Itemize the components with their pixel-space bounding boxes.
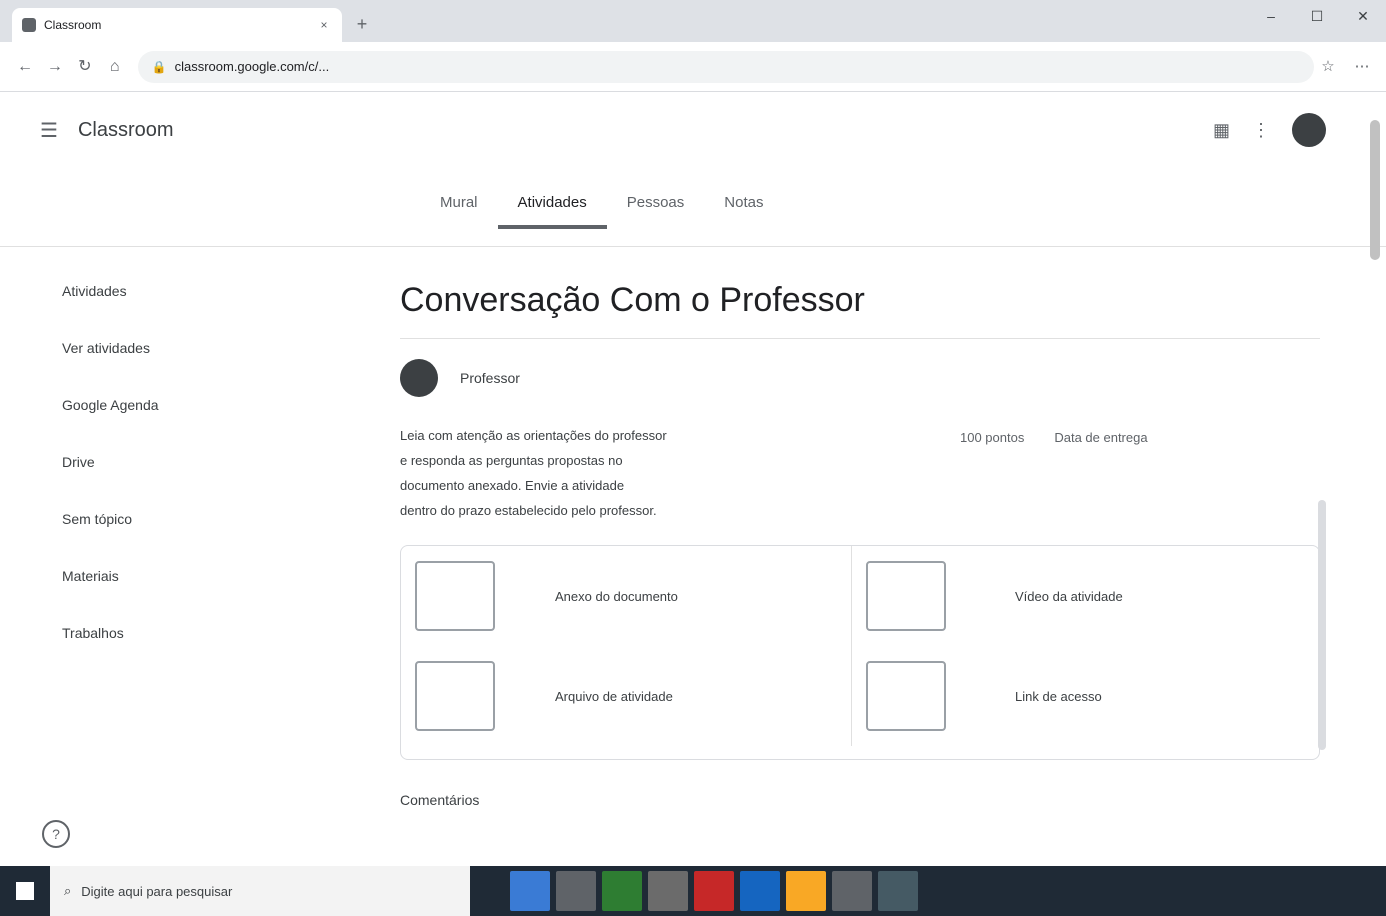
lock-icon: 🔒 bbox=[151, 59, 167, 74]
window-controls: – ☐ ✕ bbox=[1248, 0, 1386, 32]
attachment-title[interactable]: Link de acesso bbox=[1001, 646, 1319, 746]
video-thumbnail-icon bbox=[866, 561, 946, 631]
close-window-button[interactable]: ✕ bbox=[1340, 0, 1386, 32]
close-tab-icon[interactable]: × bbox=[316, 18, 332, 32]
assignment-title: Conversação Com o Professor bbox=[400, 281, 865, 319]
help-icon[interactable]: ? bbox=[42, 820, 70, 848]
taskbar-app-icon[interactable] bbox=[648, 871, 688, 911]
document-thumbnail-icon bbox=[415, 561, 495, 631]
taskbar-app-icon[interactable] bbox=[602, 871, 642, 911]
minimize-button[interactable]: – bbox=[1248, 0, 1294, 32]
due-date-label: Data de entrega bbox=[1054, 430, 1148, 445]
attachment-title[interactable]: Vídeo da atividade bbox=[1001, 546, 1319, 646]
hamburger-menu-icon[interactable]: ☰ bbox=[40, 118, 58, 143]
taskbar-app-icon[interactable] bbox=[786, 871, 826, 911]
author-avatar bbox=[400, 359, 438, 397]
attachments-grid: Anexo do documento Vídeo da atividade Ar… bbox=[400, 545, 1320, 760]
account-avatar[interactable] bbox=[1292, 113, 1326, 147]
app-brand[interactable]: Classroom bbox=[78, 119, 174, 142]
attachment-thumb[interactable] bbox=[401, 546, 541, 646]
taskbar-search[interactable]: ⌕ Digite aqui para pesquisar bbox=[50, 866, 470, 916]
course-tabs: Mural Atividades Pessoas Notas bbox=[420, 180, 783, 229]
sidebar-item[interactable]: Drive bbox=[40, 433, 240, 490]
more-options-icon[interactable]: ⋮ bbox=[1252, 120, 1270, 141]
tab-title: Classroom bbox=[44, 18, 102, 32]
back-button[interactable]: ← bbox=[10, 52, 40, 82]
reload-button[interactable]: ↻ bbox=[70, 52, 100, 82]
taskbar-app-icon[interactable] bbox=[832, 871, 872, 911]
tab-mural[interactable]: Mural bbox=[420, 180, 498, 229]
taskbar-search-placeholder: Digite aqui para pesquisar bbox=[81, 883, 233, 899]
app-header: ☰ Classroom ▦ ⋮ bbox=[0, 100, 1386, 160]
tab-atividades[interactable]: Atividades bbox=[497, 180, 607, 229]
points-label: 100 pontos bbox=[960, 430, 1025, 445]
tab-pessoas[interactable]: Pessoas bbox=[607, 180, 705, 229]
attachment-title[interactable]: Anexo do documento bbox=[541, 546, 851, 646]
browser-tab[interactable]: Classroom × bbox=[12, 8, 342, 42]
assignment-description: Leia com atenção as orientações do profe… bbox=[400, 423, 920, 523]
assignment-detail: Conversação Com o Professor Professor 10… bbox=[400, 270, 1340, 760]
header-divider bbox=[0, 246, 1386, 247]
taskbar-app-icon[interactable] bbox=[878, 871, 918, 911]
sidebar-item[interactable]: Google Agenda bbox=[40, 376, 240, 433]
sidebar-item[interactable]: Atividades bbox=[40, 262, 240, 319]
title-divider bbox=[400, 338, 1320, 339]
description-line: e responda as perguntas propostas no bbox=[400, 453, 623, 468]
browser-toolbar: ← → ↻ ⌂ 🔒 classroom.google.com/c/... ☆ ⋯ bbox=[0, 42, 1386, 92]
new-tab-button[interactable]: + bbox=[350, 12, 374, 36]
sidebar-item[interactable]: Materiais bbox=[40, 547, 240, 604]
comments-link[interactable]: Comentários bbox=[400, 792, 479, 808]
attachment-thumb[interactable] bbox=[401, 646, 541, 746]
author-name: Professor bbox=[460, 370, 520, 386]
sidebar-item[interactable]: Sem tópico bbox=[40, 490, 240, 547]
description-line: dentro do prazo estabelecido pelo profes… bbox=[400, 503, 657, 518]
apps-grid-icon[interactable]: ▦ bbox=[1213, 120, 1230, 141]
taskbar-app-icon[interactable] bbox=[694, 871, 734, 911]
home-button[interactable]: ⌂ bbox=[100, 52, 130, 82]
maximize-button[interactable]: ☐ bbox=[1294, 0, 1340, 32]
file-thumbnail-icon bbox=[415, 661, 495, 731]
browser-tab-strip: Classroom × + – ☐ ✕ bbox=[0, 0, 1386, 42]
attachment-title[interactable]: Arquivo de atividade bbox=[541, 646, 851, 746]
sidebar: Atividades Ver atividades Google Agenda … bbox=[40, 262, 240, 661]
search-icon: ⌕ bbox=[64, 883, 72, 898]
description-line: documento anexado. Envie a atividade bbox=[400, 478, 625, 493]
taskbar: ⌕ Digite aqui para pesquisar bbox=[0, 866, 1386, 916]
page-scrollbar[interactable] bbox=[1370, 120, 1380, 260]
link-thumbnail-icon bbox=[866, 661, 946, 731]
description-line: Leia com atenção as orientações do profe… bbox=[400, 428, 667, 443]
favicon-icon bbox=[22, 18, 36, 32]
address-bar[interactable]: 🔒 classroom.google.com/c/... bbox=[137, 50, 1314, 83]
sidebar-item[interactable]: Ver atividades bbox=[40, 319, 240, 376]
forward-button[interactable]: → bbox=[40, 52, 70, 82]
assignment-meta: 100 pontos Data de entrega bbox=[960, 430, 1148, 445]
attachments-scrollbar[interactable] bbox=[1318, 500, 1326, 750]
taskbar-app-icon[interactable] bbox=[740, 871, 780, 911]
url-text: classroom.google.com/c/... bbox=[174, 59, 330, 74]
bookmark-star-icon[interactable]: ☆ bbox=[1314, 53, 1342, 81]
tab-notas[interactable]: Notas bbox=[704, 180, 783, 229]
start-button[interactable] bbox=[0, 866, 50, 916]
attachment-thumb[interactable] bbox=[851, 646, 1001, 746]
taskbar-apps bbox=[510, 871, 918, 911]
taskbar-app-icon[interactable] bbox=[510, 871, 550, 911]
sidebar-item[interactable]: Trabalhos bbox=[40, 604, 240, 661]
author-row: Professor bbox=[400, 359, 1340, 397]
windows-logo-icon bbox=[16, 882, 34, 900]
attachment-thumb[interactable] bbox=[851, 546, 1001, 646]
extensions-icon[interactable]: ⋯ bbox=[1348, 53, 1376, 81]
taskbar-app-icon[interactable] bbox=[556, 871, 596, 911]
